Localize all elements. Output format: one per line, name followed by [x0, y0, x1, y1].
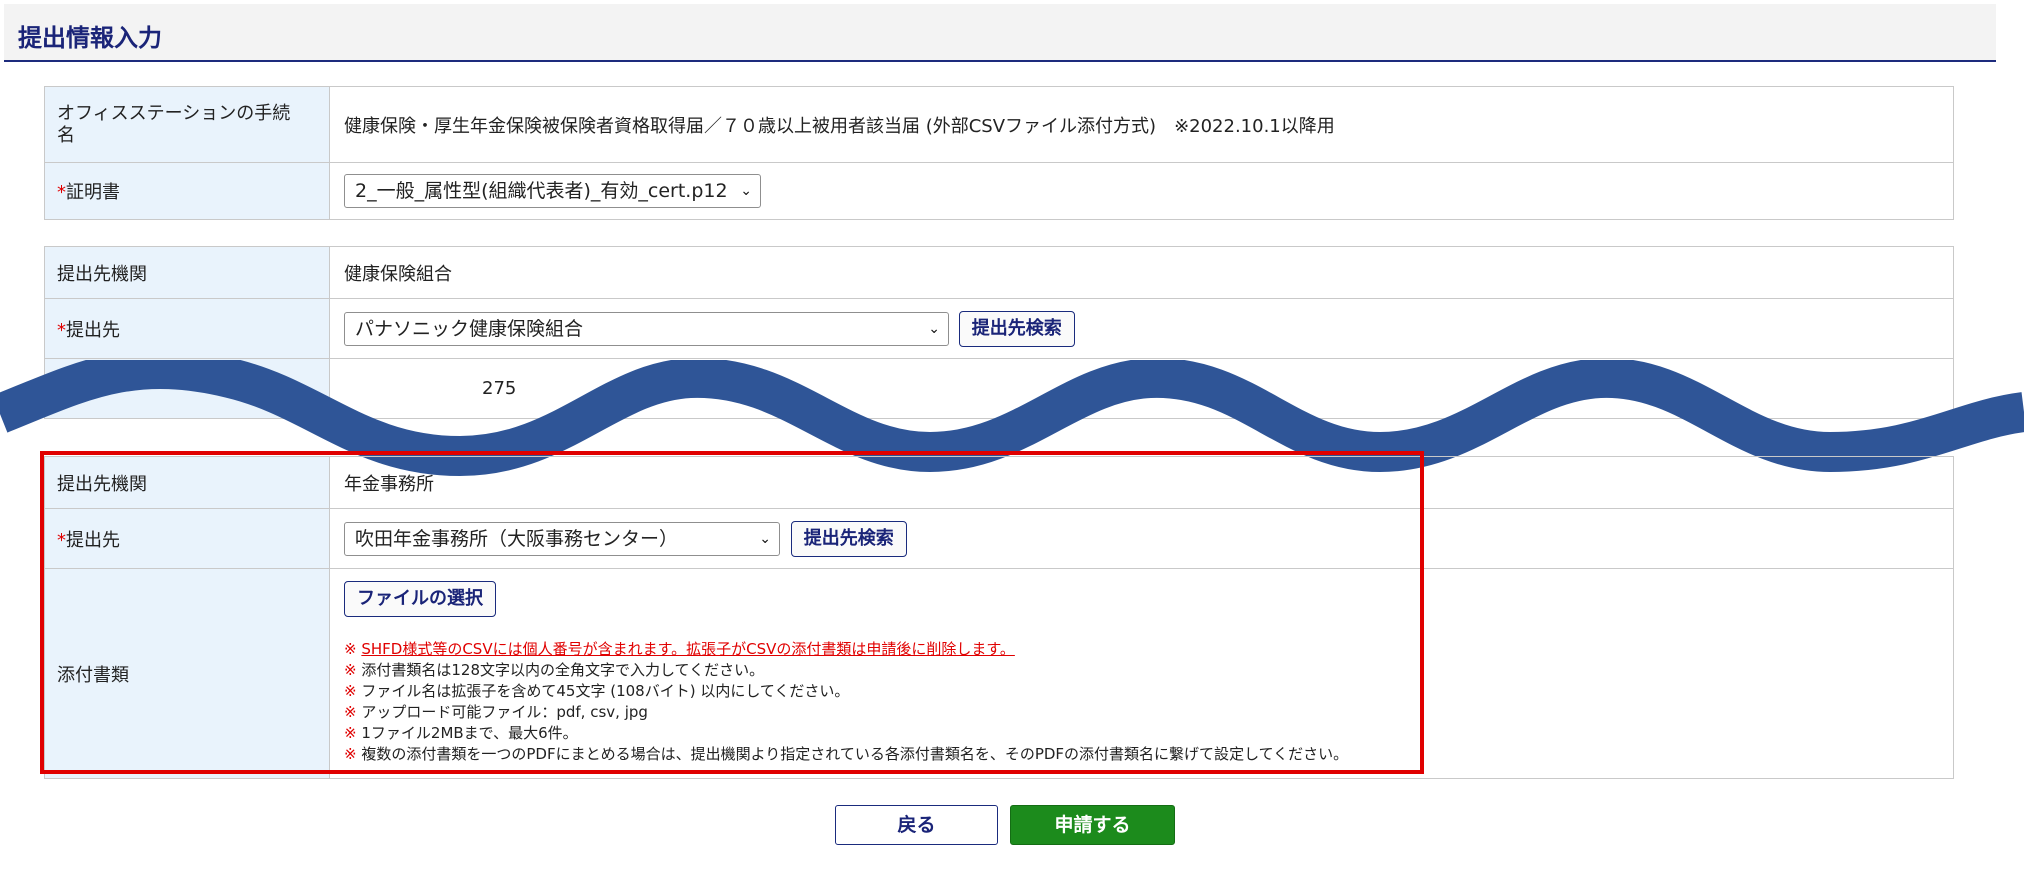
wave-line — [0, 360, 2024, 477]
note-item: ※ ファイル名は拡張子を含めて45文字 (108バイト) 以内にしてください。 — [344, 682, 850, 700]
destination-select-value: パナソニック健康保険組合 — [355, 317, 584, 340]
page-header: 提出情報入力 — [4, 4, 1996, 62]
pension-destination-select[interactable]: 吹田年金事務所（大阪事務センター） ⌄ — [344, 521, 780, 556]
destination-label-text: 提出先 — [66, 529, 120, 551]
procedure-label-text: オフィスステーションの手続名 — [57, 102, 291, 146]
certificate-label: *証明書 — [44, 162, 330, 220]
procedure-table: オフィスステーションの手続名 健康保険・厚生年金保険被保険者資格取得届／７０歳以… — [44, 86, 1954, 220]
destination-search-button[interactable]: 提出先検索 — [958, 310, 1075, 347]
csv-warning-note: SHFD様式等のCSVには個人番号が含まれます。拡張子がCSVの添付書類は申請後… — [361, 640, 1015, 658]
file-select-button[interactable]: ファイルの選択 — [344, 581, 496, 617]
certificate-select-value: 2_一般_属性型(組織代表者)_有効_cert.p12 — [355, 180, 728, 202]
chevron-down-icon: ⌄ — [759, 530, 771, 547]
chevron-down-icon: ⌄ — [928, 320, 940, 337]
procedure-label: オフィスステーションの手続名 — [44, 86, 330, 163]
note-item: ※ 複数の添付書類を一つのPDFにまとめる場合は、提出機関より指定されている各添… — [344, 745, 1349, 763]
destination-label-text: 提出先 — [66, 319, 120, 341]
attachment-notes: ※ SHFD様式等のCSVには個人番号が含まれます。拡張子がCSVの添付書類は申… — [344, 639, 1953, 765]
destination-label-pension: *提出先 — [44, 508, 330, 569]
submit-button[interactable]: 申請する — [1010, 805, 1175, 845]
required-mark: * — [57, 182, 66, 203]
note-item: ※ SHFD様式等のCSVには個人番号が含まれます。拡張子がCSVの添付書類は申… — [344, 640, 1015, 658]
destination-label: *提出先 — [44, 298, 330, 359]
page-title: 提出情報入力 — [18, 24, 162, 52]
procedure-value: 健康保険・厚生年金保険被保険者資格取得届／７０歳以上被用者該当届 (外部CSVフ… — [329, 86, 1954, 163]
back-button[interactable]: 戻る — [835, 805, 998, 845]
note-item: ※ 1ファイル2MBまで、最大6件。 — [344, 724, 578, 742]
destination-select[interactable]: パナソニック健康保険組合 ⌄ — [344, 311, 949, 346]
pension-destination-value: 吹田年金事務所（大阪事務センター） — [355, 527, 679, 550]
org-label: 提出先機関 — [44, 246, 330, 299]
certificate-label-text: 証明書 — [66, 182, 120, 203]
required-mark: * — [57, 319, 66, 341]
org-value: 健康保険組合 — [329, 246, 1954, 299]
note-item: ※ 添付書類名は128文字以内の全角文字で入力してください。 — [344, 661, 765, 679]
org-label-pension: 提出先機関 — [44, 456, 330, 509]
certificate-select[interactable]: 2_一般_属性型(組織代表者)_有効_cert.p12 ⌄ — [344, 174, 761, 208]
chevron-down-icon: ⌄ — [740, 183, 752, 199]
pension-destination-search-button[interactable]: 提出先検索 — [790, 520, 907, 557]
pension-table: 提出先機関 年金事務所 *提出先 吹田年金事務所（大阪事務センター） ⌄ 提出先… — [44, 456, 1954, 779]
org-value-pension: 年金事務所 — [329, 456, 1954, 509]
required-mark: * — [57, 529, 66, 551]
note-item: ※ アップロード可能ファイル：pdf, csv, jpg — [344, 703, 648, 721]
attachment-label: 添付書類 — [44, 568, 330, 779]
